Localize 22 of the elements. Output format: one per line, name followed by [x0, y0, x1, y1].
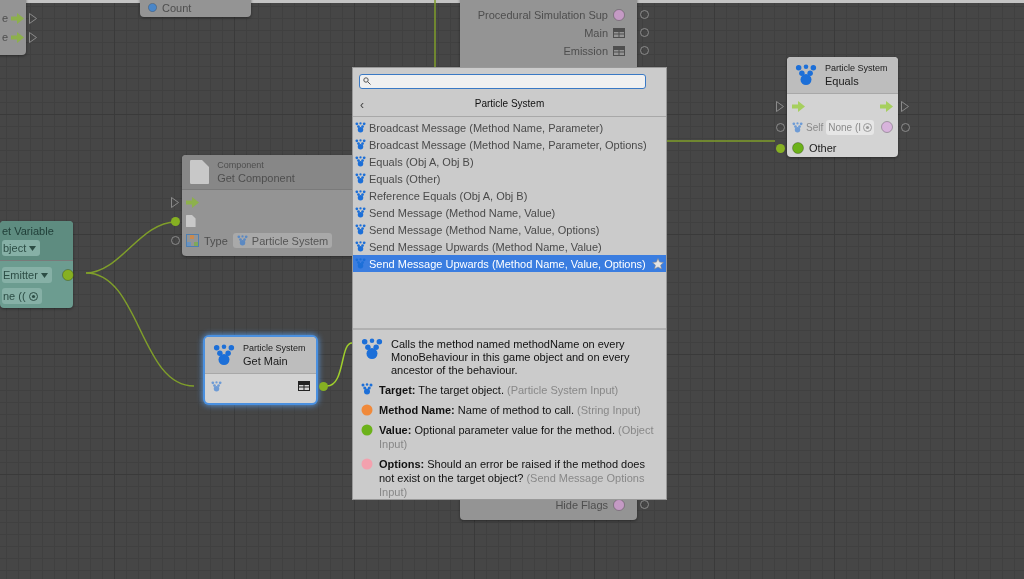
node-title: Equals — [825, 75, 860, 87]
port-label: Self — [806, 121, 824, 133]
port-label: Type — [204, 234, 228, 247]
node-title: Get Component — [217, 172, 295, 184]
port-label: Main — [584, 26, 608, 39]
node-title: Get Main — [243, 355, 289, 367]
method-description: Calls the method named methodName on every MonoBehaviour in this game object and on every ancestor of the behaviour. — [391, 338, 631, 377]
port-label: e — [1, 31, 8, 43]
port-label: e — [1, 12, 8, 24]
port-label: Emission — [563, 44, 608, 57]
port-label: Procedural Simulation Sup — [477, 8, 608, 21]
port-description: Value: Optional parameter value for the method. (Object Input) — [379, 423, 655, 451]
port-label: Hide Flags — [555, 498, 608, 511]
port-description: Target: The target object. (Particle System Input) — [379, 383, 619, 397]
popup-title: Particle System — [474, 98, 545, 110]
node-title: et Variable — [2, 225, 54, 237]
node-category: Particle System — [825, 63, 888, 73]
port-description: Options: Should an error be raised if the method does not exist on the target object? (Send Message Options Input) — [379, 457, 646, 499]
node-category: Particle System — [243, 343, 306, 353]
port-label: Other — [809, 142, 837, 154]
port-description: Method Name: Name of method to call. (String Input) — [379, 403, 641, 417]
port-label: Count — [162, 1, 192, 14]
